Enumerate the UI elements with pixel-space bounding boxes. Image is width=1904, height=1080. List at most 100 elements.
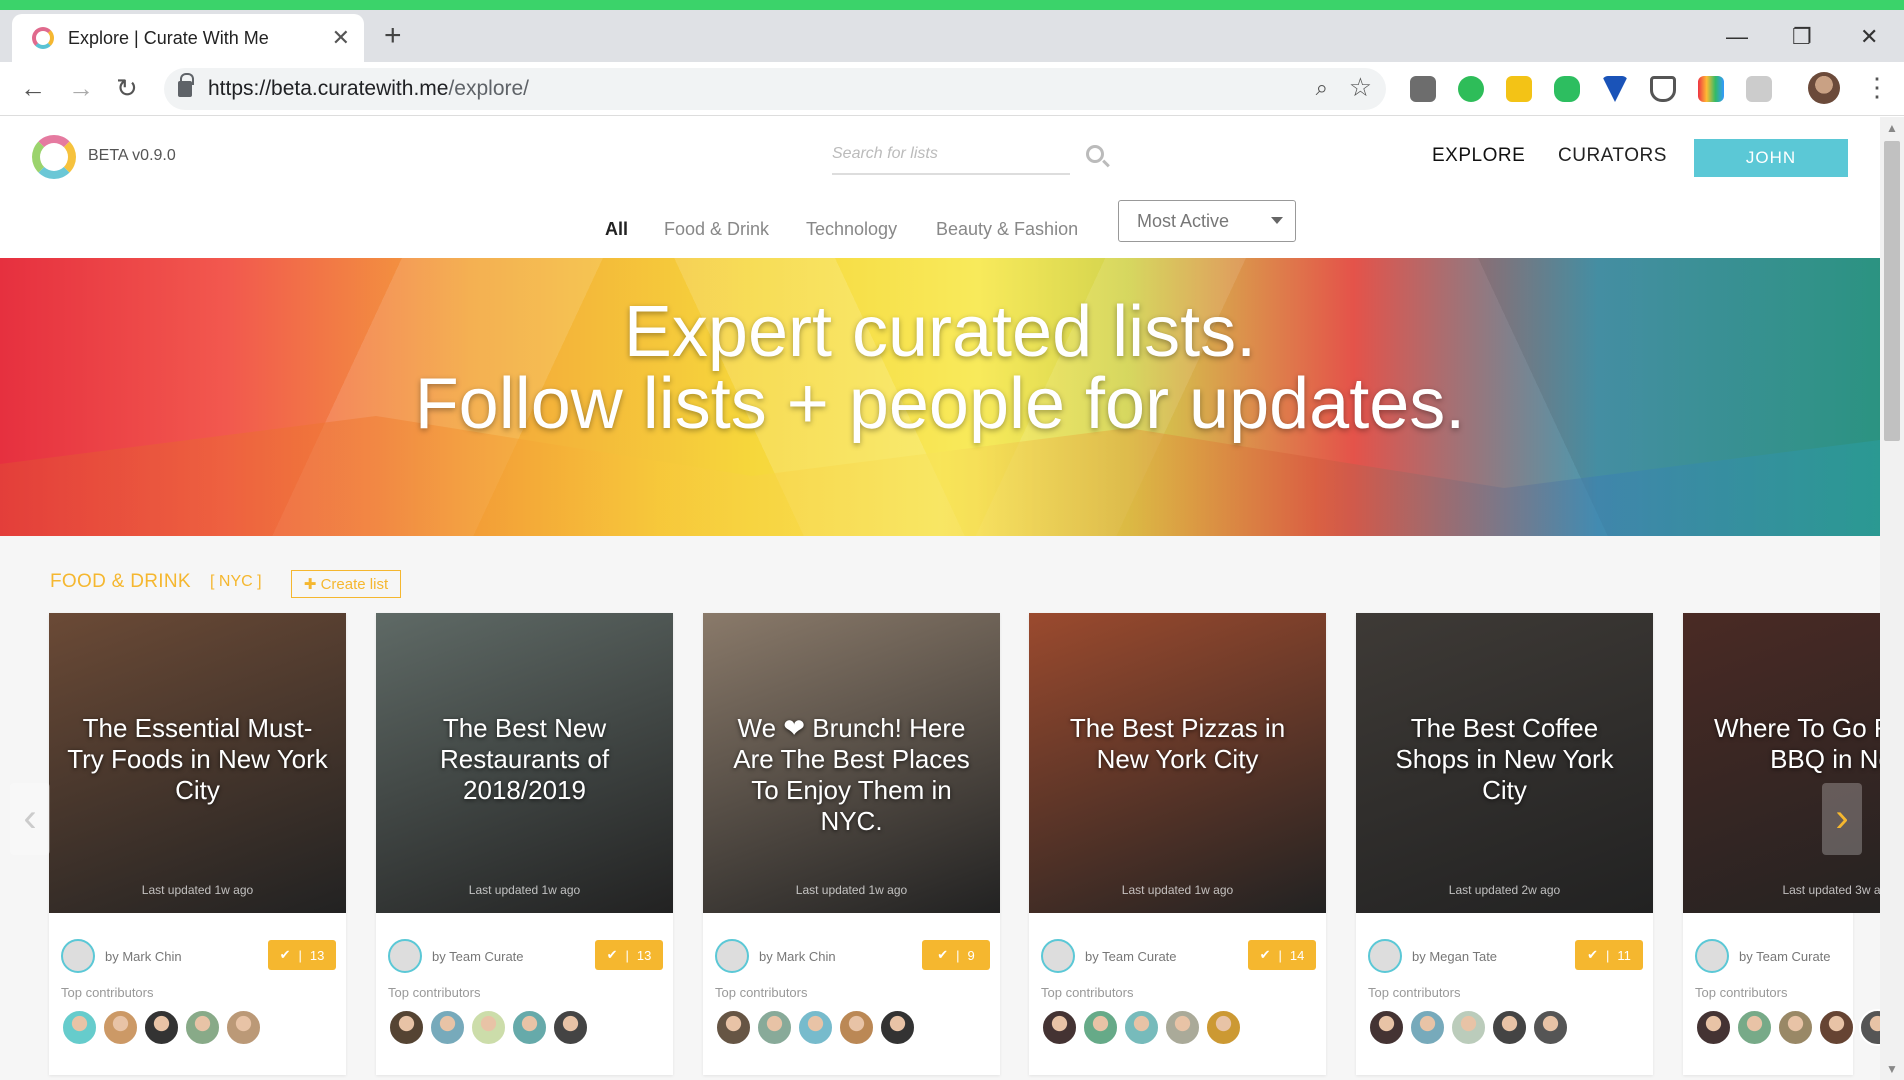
contributor-avatar[interactable] <box>1123 1009 1160 1046</box>
contributor-avatar[interactable] <box>879 1009 916 1046</box>
pocket-icon[interactable] <box>1650 76 1676 102</box>
contributor-avatar[interactable] <box>1859 1009 1880 1046</box>
curator-avatar[interactable] <box>388 939 422 973</box>
list-card[interactable]: The Best Pizzas in New York City Last upd… <box>1029 613 1326 1075</box>
back-icon[interactable]: ← <box>20 72 46 104</box>
card-title[interactable]: The Essential Must-Try Foods in New York… <box>65 713 330 806</box>
notes-extension-icon[interactable] <box>1506 76 1532 102</box>
sort-select[interactable]: Most Active <box>1118 200 1296 242</box>
scroll-down-icon[interactable]: ▼ <box>1886 1062 1898 1076</box>
contributor-avatar[interactable] <box>1082 1009 1119 1046</box>
address-bar[interactable]: https://beta.curatewith.me/explore/ ⌕ ☆ <box>164 68 1386 110</box>
list-card[interactable]: The Best New Restaurants of 2018/2019 Las… <box>376 613 673 1075</box>
curator-avatar[interactable] <box>1695 939 1729 973</box>
list-card[interactable]: The Essential Must-Try Foods in New York… <box>49 613 346 1075</box>
list-card[interactable]: We ❤ Brunch! Here Are The Best Places To… <box>703 613 1000 1075</box>
curator-avatar[interactable] <box>715 939 749 973</box>
contributor-avatar[interactable] <box>756 1009 793 1046</box>
zoom-icon[interactable]: ⌕ <box>1316 75 1328 101</box>
contributor-avatar[interactable] <box>1409 1009 1446 1046</box>
rainbow-extension-icon[interactable] <box>1698 76 1724 102</box>
profile-avatar-icon[interactable] <box>1808 72 1840 104</box>
curator-avatar[interactable] <box>1041 939 1075 973</box>
contributor-avatar[interactable] <box>1695 1009 1732 1046</box>
search-input[interactable]: Search for lists <box>832 139 1070 175</box>
contributor-avatar[interactable] <box>143 1009 180 1046</box>
card-image[interactable]: The Best Coffee Shops in New York City La… <box>1356 613 1653 913</box>
follow-count-badge[interactable]: ✔ | 14 <box>1248 940 1316 970</box>
new-tab-button[interactable]: + <box>384 21 402 51</box>
tab-close-icon[interactable]: ✕ <box>332 25 350 51</box>
filter-technology[interactable]: Technology <box>806 209 897 249</box>
contributor-avatar[interactable] <box>470 1009 507 1046</box>
filter-food-drink[interactable]: Food & Drink <box>664 209 769 249</box>
contributor-avatar[interactable] <box>1818 1009 1855 1046</box>
card-image[interactable]: We ❤ Brunch! Here Are The Best Places To… <box>703 613 1000 913</box>
card-curator[interactable]: by Team Curate <box>1085 949 1177 964</box>
nav-explore[interactable]: EXPLORE <box>1432 145 1525 167</box>
section-location-tag[interactable]: [ NYC ] <box>210 573 262 591</box>
card-title[interactable]: The Best Pizzas in New York City <box>1045 713 1310 775</box>
card-title[interactable]: We ❤ Brunch! Here Are The Best Places To… <box>719 713 984 837</box>
bookmark-star-icon[interactable]: ☆ <box>1349 72 1372 103</box>
contributor-avatar[interactable] <box>552 1009 589 1046</box>
nav-curators[interactable]: CURATORS <box>1558 145 1667 167</box>
card-title[interactable]: The Best Coffee Shops in New York City <box>1372 713 1637 806</box>
card-image[interactable]: The Best Pizzas in New York City Last upd… <box>1029 613 1326 913</box>
contributor-avatar[interactable] <box>1532 1009 1569 1046</box>
card-curator[interactable]: by Mark Chin <box>759 949 836 964</box>
contributor-avatar[interactable] <box>184 1009 221 1046</box>
minimize-icon[interactable]: — <box>1726 24 1748 50</box>
reload-icon[interactable]: ↻ <box>116 72 138 104</box>
card-curator[interactable]: by Team Curate <box>1739 949 1831 964</box>
contributor-avatar[interactable] <box>1205 1009 1242 1046</box>
bookmark-extension-icon[interactable] <box>1410 76 1436 102</box>
restore-icon[interactable]: ❐ <box>1792 24 1812 50</box>
scroll-up-icon[interactable]: ▲ <box>1886 121 1898 135</box>
contributor-avatar[interactable] <box>1491 1009 1528 1046</box>
card-title[interactable]: The Best New Restaurants of 2018/2019 <box>392 713 657 806</box>
contributor-avatar[interactable] <box>838 1009 875 1046</box>
browser-tab[interactable]: Explore | Curate With Me ✕ <box>12 14 364 62</box>
user-button[interactable]: JOHN <box>1694 139 1848 177</box>
evernote-icon[interactable] <box>1554 76 1580 102</box>
section-title[interactable]: FOOD & DRINK <box>50 571 191 593</box>
create-list-button[interactable]: ✚ Create list <box>291 570 401 598</box>
carousel-next-icon[interactable]: › <box>1822 783 1862 855</box>
scroll-thumb[interactable] <box>1884 141 1900 441</box>
contributor-avatar[interactable] <box>102 1009 139 1046</box>
card-curator[interactable]: by Mark Chin <box>105 949 182 964</box>
curator-avatar[interactable] <box>61 939 95 973</box>
follow-count-badge[interactable]: ✔ | 11 <box>1575 940 1643 970</box>
filter-beauty-fashion[interactable]: Beauty & Fashion <box>936 209 1078 249</box>
forward-icon[interactable]: → <box>68 72 94 104</box>
grey-extension-icon[interactable] <box>1746 76 1772 102</box>
contributor-avatar[interactable] <box>61 1009 98 1046</box>
filter-all[interactable]: All <box>605 209 628 249</box>
card-image[interactable]: Where To Go F Best BBQ in Ne Last updated… <box>1683 613 1880 913</box>
carousel-prev-icon[interactable]: ‹ <box>10 783 50 855</box>
contributor-avatar[interactable] <box>429 1009 466 1046</box>
follow-count-badge[interactable]: ✔ | 13 <box>268 940 336 970</box>
page-scrollbar[interactable]: ▲ ▼ <box>1880 117 1904 1080</box>
menu-dots-icon[interactable]: ⋮ <box>1864 72 1890 102</box>
grammarly-icon[interactable] <box>1458 76 1484 102</box>
contributor-avatar[interactable] <box>1368 1009 1405 1046</box>
y-extension-icon[interactable] <box>1602 76 1628 102</box>
card-image[interactable]: The Essential Must-Try Foods in New York… <box>49 613 346 913</box>
contributor-avatar[interactable] <box>1041 1009 1078 1046</box>
contributor-avatar[interactable] <box>1450 1009 1487 1046</box>
contributor-avatar[interactable] <box>1164 1009 1201 1046</box>
list-card[interactable]: The Best Coffee Shops in New York City La… <box>1356 613 1653 1075</box>
contributor-avatar[interactable] <box>1736 1009 1773 1046</box>
curator-avatar[interactable] <box>1368 939 1402 973</box>
contributor-avatar[interactable] <box>388 1009 425 1046</box>
card-curator[interactable]: by Megan Tate <box>1412 949 1497 964</box>
follow-count-badge[interactable]: ✔ | 13 <box>595 940 663 970</box>
card-curator[interactable]: by Team Curate <box>432 949 524 964</box>
contributor-avatar[interactable] <box>1777 1009 1814 1046</box>
follow-count-badge[interactable]: ✔ | 9 <box>922 940 990 970</box>
card-title[interactable]: Where To Go F Best BBQ in Ne <box>1699 713 1880 775</box>
card-image[interactable]: The Best New Restaurants of 2018/2019 Las… <box>376 613 673 913</box>
curate-logo-icon[interactable] <box>32 135 76 179</box>
